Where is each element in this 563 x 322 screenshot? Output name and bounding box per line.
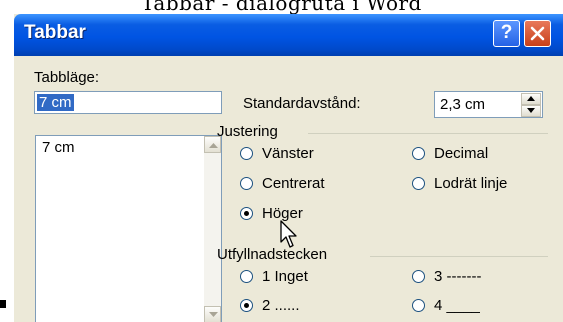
alignment-group-divider [308,133,548,134]
title-bar[interactable]: Tabbar ? [14,14,563,56]
align-bar-label: Lodrät linje [434,175,508,192]
spin-down-button[interactable] [521,105,541,117]
leader-none-radio[interactable]: 1 Inget [240,268,308,285]
leader-group-title: Utfyllnadstecken [217,246,328,263]
close-button[interactable] [524,20,551,47]
radio-indicator [240,147,253,160]
leader-dots-radio[interactable]: 2 ...... [240,297,300,314]
radio-indicator-selected [240,207,253,220]
help-button[interactable]: ? [493,20,520,47]
caption-text: Tabbar - dialogruta i Word [141,0,422,15]
tab-position-value: 7 cm [37,94,74,111]
spin-down-icon [527,108,535,113]
leader-none-label: 1 Inget [262,268,308,285]
radio-indicator [240,177,253,190]
leader-dashes-label: 3 ------- [434,268,482,285]
close-icon [530,26,545,41]
align-left-radio[interactable]: Vänster [240,145,314,162]
chevron-up-icon [209,143,218,148]
align-bar-radio[interactable]: Lodrät linje [412,175,507,192]
mouse-cursor-icon [280,220,297,248]
tab-position-label: Tabbläge: [34,69,100,86]
radio-indicator [412,270,425,283]
spin-up-icon [527,96,535,101]
leader-underline-label: 4 ____ [434,297,480,314]
radio-indicator [412,147,425,160]
tabs-dialog: Tabbar ? Tabbläge: 7 cm 7 cm Standardavs… [14,14,563,322]
list-item[interactable]: 7 cm [42,139,75,156]
scroll-down-button[interactable] [204,306,221,322]
default-spacing-value: 2,3 cm [440,96,486,113]
align-decimal-label: Decimal [434,145,489,162]
align-left-label: Vänster [262,145,314,162]
default-spacing-label: Standardavstånd: [243,95,361,112]
leader-underline-radio[interactable]: 4 ____ [412,297,480,314]
alignment-group-title: Justering [217,123,278,140]
dialog-title: Tabbar [24,22,86,43]
align-center-label: Centrerat [262,175,325,192]
leader-dots-label: 2 ...... [262,297,300,314]
chevron-down-icon [209,312,218,317]
align-decimal-radio[interactable]: Decimal [412,145,488,162]
radio-indicator [240,270,253,283]
leader-group-divider [370,256,548,257]
radio-indicator [412,299,425,312]
edge-mark [0,300,6,308]
spin-up-button[interactable] [521,93,541,105]
radio-indicator-selected [240,299,253,312]
tab-position-list[interactable]: 7 cm [35,135,222,322]
radio-indicator [412,177,425,190]
align-center-radio[interactable]: Centrerat [240,175,325,192]
leader-dashes-radio[interactable]: 3 ------- [412,268,481,285]
list-scrollbar[interactable] [204,136,221,322]
default-spacing-field[interactable]: 2,3 cm [434,91,543,118]
tab-position-input[interactable]: 7 cm [34,91,222,114]
